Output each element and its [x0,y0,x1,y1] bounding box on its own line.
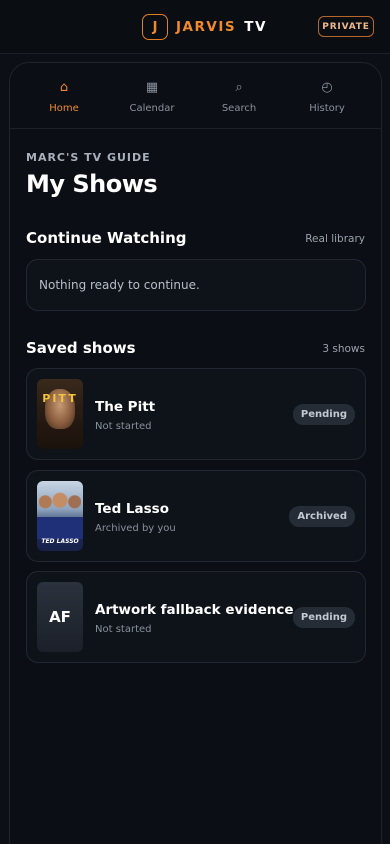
show-subtitle: Not started [95,421,152,432]
empty-state-text: Nothing ready to continue. [39,278,200,292]
tab-home-label: Home [49,103,79,114]
continue-watching-meta[interactable]: Real library [305,233,365,245]
poster-title: PITT [42,392,78,405]
tab-bar: ⌂ Home ▦ Calendar ⌕ Search ◴ History [10,63,381,129]
show-subtitle: Not started [95,624,152,635]
main-panel: ⌂ Home ▦ Calendar ⌕ Search ◴ History MAR… [9,62,382,844]
search-icon: ⌕ [235,80,243,95]
tab-search-label: Search [221,103,257,114]
show-poster: AF [37,582,83,652]
history-icon: ◴ [321,80,333,95]
status-badge: Pending [292,607,355,628]
brand-name: JARVIS TV [176,19,267,35]
show-title: The Pitt [95,399,156,415]
status-badge: Pending [292,404,355,425]
calendar-icon: ▦ [145,80,159,95]
page-kicker: MARC'S TV GUIDE [26,151,151,164]
saved-shows-title: Saved shows [26,339,136,357]
poster-bodies [37,517,83,539]
poster-title: TED LASSO [41,538,79,545]
show-card-artwork-fallback[interactable]: AF Artwork fallback evidence Not started… [26,571,366,663]
tab-home[interactable]: ⌂ Home [24,79,104,119]
show-poster: PITT [37,379,83,449]
tab-search[interactable]: ⌕ Search [199,79,279,119]
show-poster: TED LASSO [37,481,83,551]
top-bar: J JARVIS TV PRIVATE [0,0,390,54]
brand[interactable]: J JARVIS TV [142,14,267,40]
tab-calendar-label: Calendar [129,103,175,114]
brand-logo-icon: J [142,14,168,40]
brand-name-plain: TV [244,19,267,35]
tab-calendar[interactable]: ▦ Calendar [112,79,192,119]
tab-history-label: History [309,103,345,114]
saved-shows-count: 3 shows [322,343,365,355]
show-title: Ted Lasso [95,501,169,517]
show-title: Artwork fallback evidence [95,602,294,618]
status-badge: Archived [289,506,355,527]
page-title: My Shows [26,170,158,198]
show-card-ted-lasso[interactable]: TED LASSO Ted Lasso Archived by you Arch… [26,470,366,562]
home-icon: ⌂ [59,80,69,95]
show-subtitle: Archived by you [95,523,176,534]
show-card-the-pitt[interactable]: PITT The Pitt Not started Pending [26,368,366,460]
tab-history[interactable]: ◴ History [287,79,367,119]
private-button[interactable]: PRIVATE [318,16,374,37]
continue-watching-empty: Nothing ready to continue. [26,259,366,311]
brand-name-accent: JARVIS [176,19,237,35]
continue-watching-title: Continue Watching [26,229,187,247]
